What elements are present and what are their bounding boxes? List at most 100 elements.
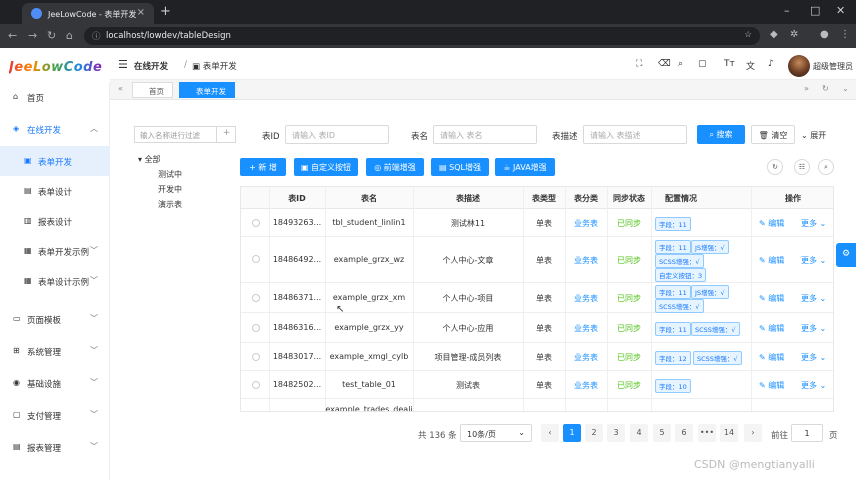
java-enhance-button[interactable]: ☕ JAVA增强: [495, 158, 555, 176]
edit-link[interactable]: ✎ 编辑: [759, 323, 784, 334]
tab-home[interactable]: 首页: [132, 82, 173, 98]
tree-node-testing[interactable]: 测试中: [158, 169, 182, 180]
edit-link[interactable]: ✎ 编辑: [759, 255, 784, 266]
page-button-14[interactable]: 14: [720, 424, 738, 442]
home-icon[interactable]: ⌂: [66, 29, 73, 42]
extension-icon[interactable]: ◆: [770, 29, 778, 40]
menu-dots-icon[interactable]: ⋮: [840, 29, 850, 40]
prev-page-button[interactable]: ‹: [541, 424, 559, 442]
sidebar-item-form-dev-example[interactable]: ▦ 表单开发示例 ﹀: [0, 236, 110, 266]
table-desc-input[interactable]: 请输入 表描述: [583, 125, 687, 144]
avatar[interactable]: [788, 55, 810, 77]
clear-cache-icon[interactable]: ⌫: [658, 59, 671, 69]
sidebar-item-form-design[interactable]: ▤ 表单设计: [0, 176, 110, 206]
more-dropdown[interactable]: 更多 ⌄: [801, 323, 826, 334]
sidebar-item-form-dev[interactable]: ▣ 表单开发: [0, 146, 110, 176]
table-row[interactable]: 18486492... example_grzx_wz 个人中心-文章 单表 业…: [241, 237, 833, 283]
sidebar-item-page-template[interactable]: ▭ 页面模板 ﹀: [0, 304, 110, 334]
table-row[interactable]: 18486371... example_grzx_xm 个人中心-项目 单表 业…: [241, 283, 833, 313]
next-page-button[interactable]: ›: [744, 424, 762, 442]
sidebar-item-pay[interactable]: ▢ 支付管理 ﹀: [0, 400, 110, 430]
browser-tab[interactable]: JeeLowCode - 表单开发 ×: [22, 3, 154, 24]
more-dropdown[interactable]: 更多 ⌄: [801, 352, 826, 363]
tree-node-developing[interactable]: 开发中: [158, 184, 182, 195]
search-button[interactable]: ⌕ 搜索: [697, 125, 745, 144]
address-bar[interactable]: ⓘ localhost/lowdev/tableDesign ☆: [84, 27, 760, 45]
sidebar-item-online-dev[interactable]: ◈ 在线开发 ︿: [0, 114, 110, 144]
tree-node-demo[interactable]: 演示表: [158, 199, 182, 210]
scroll-right-icon[interactable]: »: [804, 84, 809, 93]
new-button[interactable]: + 新 增: [240, 158, 286, 176]
table-row[interactable]: 18493263... tbl_student_linlin1 测试林11 单表…: [241, 209, 833, 237]
menu-toggle-icon[interactable]: ☰: [118, 58, 128, 71]
edit-link[interactable]: ✎ 编辑: [759, 218, 784, 229]
edit-link[interactable]: ✎ 编辑: [759, 352, 784, 363]
settings-float-button[interactable]: ⚙: [836, 243, 856, 267]
table-row[interactable]: 18486316... example_grzx_yy 个人中心-应用 单表 业…: [241, 313, 833, 343]
more-dropdown[interactable]: 更多 ⌄: [801, 218, 826, 229]
back-icon[interactable]: ←: [8, 29, 17, 42]
minimize-icon[interactable]: –: [784, 4, 790, 17]
site-info-icon[interactable]: ⓘ: [92, 30, 101, 42]
page-button-3[interactable]: 3: [607, 424, 625, 442]
page-button-5[interactable]: 5: [653, 424, 671, 442]
page-size-select[interactable]: 10条/页 ⌄: [460, 424, 532, 442]
profile-icon[interactable]: ●: [820, 29, 829, 40]
breadcrumb-parent[interactable]: 在线开发: [134, 60, 168, 72]
column-settings-icon[interactable]: ☷: [794, 159, 810, 175]
row-checkbox[interactable]: [252, 294, 260, 302]
fullscreen-icon[interactable]: ⛶: [636, 59, 642, 69]
table-row[interactable]: 18483017... example_xmgl_cylb 项目管理-成员列表 …: [241, 343, 833, 371]
tab-menu-icon[interactable]: ⌄: [842, 84, 849, 93]
table-id-input[interactable]: 请输入 表ID: [285, 125, 389, 144]
row-checkbox[interactable]: [252, 255, 260, 263]
github-icon[interactable]: ▢: [698, 59, 707, 69]
sidebar-item-report-design[interactable]: ▥ 报表设计: [0, 206, 110, 236]
expand-button[interactable]: ⌄ 展开: [801, 130, 826, 141]
page-button-4[interactable]: 4: [630, 424, 648, 442]
page-ellipsis[interactable]: •••: [698, 424, 716, 442]
search-icon[interactable]: ⌕: [678, 59, 683, 69]
window-close-icon[interactable]: ✕: [836, 4, 845, 17]
page-button-1[interactable]: 1: [563, 424, 581, 442]
font-size-icon[interactable]: Tт: [724, 59, 735, 69]
reload-icon[interactable]: ↻: [47, 29, 56, 42]
table-row[interactable]: example_trades_deali: [241, 399, 833, 411]
bookmark-star-icon[interactable]: ☆: [744, 30, 752, 40]
more-dropdown[interactable]: 更多 ⌄: [801, 255, 826, 266]
forward-icon[interactable]: →: [28, 29, 37, 42]
frontend-enhance-button[interactable]: ◎ 前端增强: [366, 158, 424, 176]
row-checkbox[interactable]: [252, 381, 260, 389]
refresh-icon[interactable]: ↻: [822, 84, 829, 93]
sidebar-item-report-mgmt[interactable]: ▤ 报表管理 ﹀: [0, 432, 110, 462]
sql-enhance-button[interactable]: ▤ SQL增强: [431, 158, 489, 176]
close-tab-icon[interactable]: ×: [137, 7, 145, 18]
new-tab-icon[interactable]: +: [160, 4, 171, 19]
sidebar-item-system[interactable]: ⊞ 系统管理 ﹀: [0, 336, 110, 366]
sidebar-item-infra[interactable]: ◉ 基础设施 ﹀: [0, 368, 110, 398]
tab-form-dev[interactable]: 表单开发: [179, 82, 235, 98]
custom-button-button[interactable]: ▣ 自定义按钮: [294, 158, 358, 176]
table-name-input[interactable]: 请输入 表名: [433, 125, 537, 144]
more-dropdown[interactable]: 更多 ⌄: [801, 380, 826, 391]
sidebar-item-form-design-example[interactable]: ▦ 表单设计示例 ﹀: [0, 266, 110, 296]
refresh-table-icon[interactable]: ↻: [767, 159, 783, 175]
tree-node-all[interactable]: ▾ 全部: [138, 154, 161, 165]
edit-link[interactable]: ✎ 编辑: [759, 293, 784, 304]
user-name[interactable]: 超级管理员: [813, 61, 853, 72]
table-row[interactable]: 18482502... test_table_01 测试表 单表 业务表 已同步…: [241, 371, 833, 399]
bell-icon[interactable]: ♪: [768, 59, 774, 69]
clear-button[interactable]: 🗑 清空: [751, 125, 795, 144]
row-checkbox[interactable]: [252, 353, 260, 361]
scroll-left-icon[interactable]: «: [118, 84, 123, 93]
maximize-icon[interactable]: □: [810, 4, 820, 17]
sidebar-item-home[interactable]: ⌂ 首页: [0, 82, 110, 112]
page-button-6[interactable]: 6: [675, 424, 693, 442]
more-dropdown[interactable]: 更多 ⌄: [801, 293, 826, 304]
row-checkbox[interactable]: [252, 219, 260, 227]
puzzle-icon[interactable]: ✲: [790, 29, 798, 40]
goto-page-input[interactable]: 1: [791, 424, 823, 442]
row-checkbox[interactable]: [252, 324, 260, 332]
page-button-2[interactable]: 2: [585, 424, 603, 442]
edit-link[interactable]: ✎ 编辑: [759, 380, 784, 391]
